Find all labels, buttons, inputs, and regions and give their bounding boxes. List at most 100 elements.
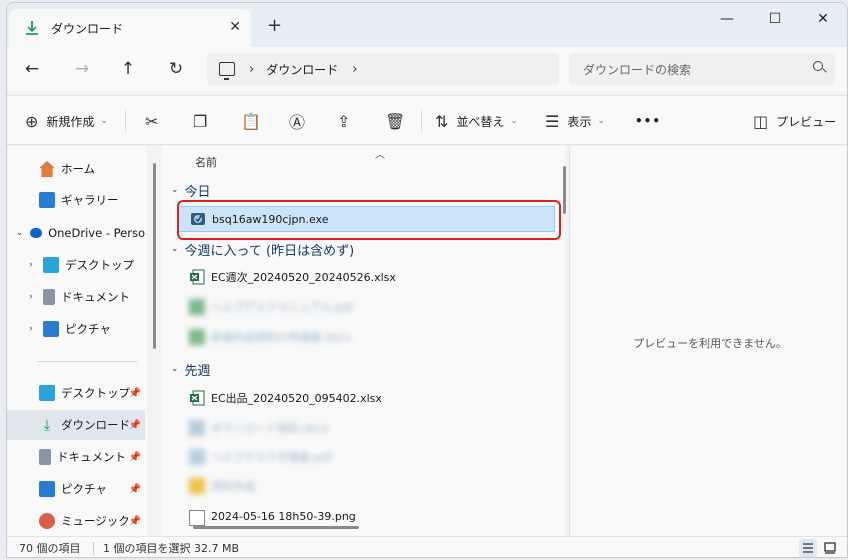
chevron-right-icon[interactable]: › xyxy=(25,324,37,334)
nav-item-home[interactable]: ホーム xyxy=(7,154,145,184)
nav-label: ホーム xyxy=(61,162,96,176)
quick-access-desktop[interactable]: デスクトップ 📌 xyxy=(7,378,145,408)
nav-item-gallery[interactable]: ギャラリー xyxy=(7,185,145,215)
more-icon: ••• xyxy=(635,114,662,128)
file-row-blurred[interactable]: ダウンロード資料.docx xyxy=(177,415,555,441)
file-icon xyxy=(189,420,205,436)
file-name: ヘルプデスクマニュアル.pdf xyxy=(211,301,354,314)
chevron-down-icon: ⌄ xyxy=(510,116,518,126)
home-icon xyxy=(39,161,55,177)
group-last-week[interactable]: ⌄ 先週 xyxy=(171,358,211,380)
file-row-xlsx[interactable]: EC出品_20240520_095402.xlsx xyxy=(177,385,555,411)
divider xyxy=(93,542,94,555)
forward-button[interactable]: → xyxy=(69,57,95,81)
nav-label: OneDrive - Perso xyxy=(48,226,145,240)
file-row-blurred[interactable]: 新規作成資料の申請書.docx xyxy=(177,324,555,350)
rename-button[interactable]: Ⓐ xyxy=(289,109,313,133)
column-header-name[interactable]: 名前 xyxy=(195,154,217,170)
quick-access-documents[interactable]: ドキュメント 📌 xyxy=(7,442,145,472)
details-view-icon[interactable] xyxy=(799,539,817,557)
excel-icon xyxy=(190,269,205,285)
title-bar: ダウンロード ✕ + — ☐ ✕ xyxy=(7,3,847,47)
nav-label: ダウンロード xyxy=(61,418,130,432)
nav-label: ピクチャ xyxy=(61,482,107,496)
horizontal-scrollbar[interactable] xyxy=(193,526,359,529)
sort-button[interactable]: ⇅ 並べ替え ⌄ xyxy=(435,109,518,133)
group-label: 今週に入って (昨日は含めず) xyxy=(184,243,355,259)
close-window-button[interactable]: ✕ xyxy=(803,11,843,31)
chevron-down-icon: ⌄ xyxy=(171,244,179,254)
cut-button[interactable]: ✂ xyxy=(145,109,166,133)
separator xyxy=(421,110,422,132)
maximize-button[interactable]: ☐ xyxy=(755,11,795,31)
quick-access-pictures[interactable]: ピクチャ 📌 xyxy=(7,474,145,504)
search-icon[interactable] xyxy=(813,61,823,71)
file-list-scrollbar[interactable] xyxy=(563,166,566,214)
file-row-blurred[interactable]: ヘルプデスクマニュアル.pdf xyxy=(177,294,555,320)
refresh-button[interactable]: ↻ xyxy=(163,57,189,81)
preview-pane-button[interactable]: ◫ プレビュー xyxy=(753,109,836,133)
new-button[interactable]: ⊕ 新規作成 ⌄ xyxy=(25,109,108,133)
share-button[interactable]: ⇪ xyxy=(337,109,358,133)
group-label: 先週 xyxy=(184,363,211,379)
pin-icon[interactable]: 📌 xyxy=(129,388,141,399)
minimize-button[interactable]: — xyxy=(707,11,747,31)
file-icon xyxy=(189,329,205,345)
pin-icon[interactable]: 📌 xyxy=(129,452,141,463)
tab-downloads[interactable]: ダウンロード ✕ xyxy=(9,9,251,47)
nav-item-desktop[interactable]: › デスクトップ xyxy=(7,250,145,280)
nav-item-pictures[interactable]: › ピクチャ xyxy=(7,314,145,344)
chevron-down-icon: ⌄ xyxy=(100,116,108,126)
share-icon: ⇪ xyxy=(337,111,351,131)
search-input[interactable]: ダウンロードの検索 xyxy=(569,53,835,85)
chevron-right-icon[interactable]: › xyxy=(249,62,254,77)
group-this-week[interactable]: ⌄ 今週に入って (昨日は含めず) xyxy=(171,238,354,260)
address-bar[interactable]: › ダウンロード › xyxy=(207,53,559,85)
group-today[interactable]: ⌄ 今日 xyxy=(171,179,211,201)
chevron-down-icon: ⌄ xyxy=(171,364,179,374)
search-placeholder: ダウンロードの検索 xyxy=(583,62,692,77)
delete-button[interactable]: 🗑 xyxy=(385,109,413,133)
chevron-down-icon[interactable]: ⌄ xyxy=(15,228,24,238)
pin-icon[interactable]: 📌 xyxy=(129,484,141,495)
list-view-icon: ☰ xyxy=(545,111,560,131)
desktop-icon xyxy=(43,257,59,273)
quick-access-downloads[interactable]: ⤓ ダウンロード 📌 xyxy=(7,410,145,440)
file-row-blurred[interactable]: ヘルプデスク手順書.pdf xyxy=(177,444,555,470)
file-row-xlsx[interactable]: EC週次_20240520_20240526.xlsx xyxy=(177,264,555,290)
chevron-right-icon[interactable]: › xyxy=(25,292,37,302)
nav-item-onedrive[interactable]: ⌄ OneDrive - Perso xyxy=(7,218,145,248)
chevron-right-icon[interactable]: › xyxy=(25,260,37,270)
file-name: 2024-05-16 18h50-39.png xyxy=(211,510,356,523)
pin-icon[interactable]: 📌 xyxy=(129,516,141,527)
back-button[interactable]: ← xyxy=(19,57,45,81)
document-icon xyxy=(39,449,51,465)
preview-label: プレビュー xyxy=(776,114,837,129)
up-button[interactable]: ↑ xyxy=(115,57,141,81)
tiles-view-icon[interactable] xyxy=(821,539,839,557)
chevron-down-icon: ⌄ xyxy=(171,185,179,195)
copy-button[interactable]: ❐ xyxy=(193,109,215,133)
pin-icon[interactable]: 📌 xyxy=(129,420,141,431)
chevron-up-icon: ︿ xyxy=(375,150,385,161)
file-name: EC出品_20240520_095402.xlsx xyxy=(211,392,382,405)
paste-button[interactable]: 📋 xyxy=(241,109,269,133)
sort-label: 並べ替え xyxy=(456,114,505,129)
file-row-png[interactable]: 2024-05-16 18h50-39.png xyxy=(177,504,555,526)
navigation-pane: ホーム ギャラリー ⌄ OneDrive - Perso › デスクトップ › … xyxy=(7,146,147,536)
file-row-blurred[interactable]: 資料作成 xyxy=(177,473,555,499)
folder-icon xyxy=(189,478,205,494)
breadcrumb-downloads[interactable]: ダウンロード xyxy=(266,61,338,78)
tab-close-icon[interactable]: ✕ xyxy=(229,19,241,35)
file-name: 新規作成資料の申請書.docx xyxy=(211,331,351,344)
nav-item-documents[interactable]: › ドキュメント xyxy=(7,282,145,312)
new-tab-button[interactable]: + xyxy=(267,15,282,36)
quick-access-music[interactable]: ミュージック 📌 xyxy=(7,506,145,536)
chevron-right-icon[interactable]: › xyxy=(352,62,357,77)
item-count: 70 個の項目 xyxy=(19,542,81,555)
nav-label: ドキュメント xyxy=(57,450,126,464)
view-button[interactable]: ☰ 表示 ⌄ xyxy=(545,109,605,133)
scissors-icon: ✂ xyxy=(145,111,159,131)
nav-scrollbar[interactable] xyxy=(153,163,156,349)
more-options-button[interactable]: ••• xyxy=(635,109,661,133)
